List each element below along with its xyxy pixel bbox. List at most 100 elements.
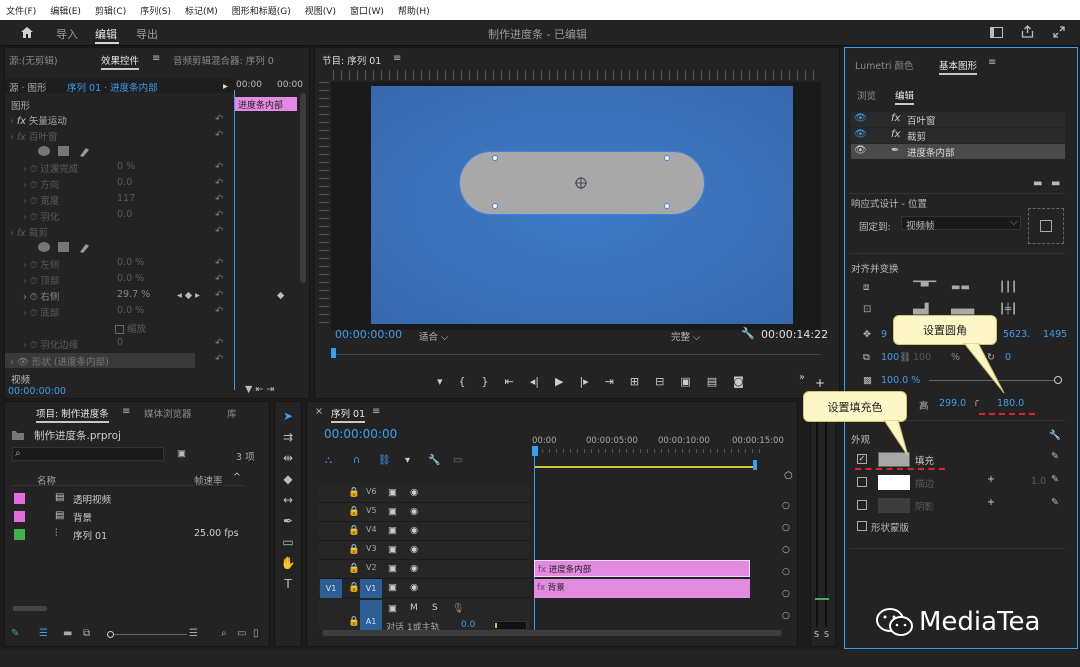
tab-project[interactable]: 项目: 制作进度条 (36, 406, 109, 423)
pen-tool-icon[interactable]: ✒ (278, 511, 298, 532)
list-item[interactable]: › ⏱ 底部 0.0 % (23, 305, 144, 319)
tab-effect-controls[interactable]: 效果控件 (101, 53, 140, 70)
menu-clip[interactable]: 剪辑(C) (95, 4, 126, 17)
scroll-circle[interactable]: ○ (784, 470, 793, 481)
marker-icon[interactable]: ▾ (437, 375, 443, 389)
mask-tools[interactable] (38, 145, 98, 157)
menu-window[interactable]: 窗口(W) (350, 4, 384, 17)
pos-x[interactable]: 5623. (1003, 329, 1030, 340)
add-marker-icon[interactable]: ▾ (405, 455, 410, 466)
mark-out-icon[interactable]: } (482, 375, 489, 389)
stroke-checkbox[interactable] (857, 477, 867, 487)
video-canvas[interactable] (371, 86, 793, 324)
rectangle-tool-icon[interactable]: ▭ (278, 532, 298, 553)
list-item[interactable]: ⫶ 序列 01 25.00 fps (11, 526, 251, 544)
nest-icon[interactable]: ⛬ (325, 455, 332, 466)
stroke-value[interactable]: 1.0 (1031, 476, 1046, 487)
col-name[interactable]: 名称 (37, 473, 56, 487)
mask-checkbox[interactable] (857, 521, 867, 531)
menu-graphics[interactable]: 图形和标题(G) (232, 4, 291, 17)
handle[interactable] (664, 203, 670, 209)
opacity-value[interactable]: 100.0 % (881, 375, 920, 386)
camera-icon[interactable]: ◙ (733, 375, 744, 389)
tab-browse[interactable]: 浏览 (857, 88, 876, 102)
settings-icon[interactable]: 🔧 (428, 455, 440, 466)
panel-menu-icon[interactable]: ≡ (393, 53, 401, 64)
tab-source[interactable]: 源:(无剪辑) (9, 53, 58, 67)
audio-track-target[interactable]: A1 (360, 600, 382, 632)
list-item[interactable]: 缩放 (115, 321, 146, 335)
h-scrollbar[interactable] (13, 606, 47, 611)
panel-menu-icon[interactable]: ≡ (372, 406, 380, 417)
list-item[interactable]: › ⏱ 宽度 117 (23, 193, 135, 207)
align-top-icon[interactable]: ▔▀▔ (913, 282, 936, 293)
menu-markers[interactable]: 标记(M) (185, 4, 218, 17)
pin-widget[interactable] (1028, 208, 1064, 244)
mini-clip-bar[interactable]: 进度条内部 (235, 97, 297, 111)
menu-help[interactable]: 帮助(H) (398, 4, 430, 17)
add-stroke-icon[interactable]: + (987, 474, 995, 485)
list-item[interactable]: › ⏱ 右侧 29.7 % (23, 289, 150, 303)
search-icon[interactable]: ⌕ (221, 628, 227, 639)
tab-library[interactable]: 库 (227, 406, 237, 420)
align-to-video-icon[interactable]: ⧈ (863, 282, 869, 293)
height-value[interactable]: 299.0 (939, 398, 966, 409)
list-item[interactable]: › fx 百叶窗 (10, 129, 57, 143)
clip-progress-inner[interactable]: fx 进度条内部 (534, 560, 750, 577)
align-right-icon[interactable]: ┃╪┃ (999, 304, 1017, 315)
layer-item[interactable]: 👁 fx 百叶窗 (851, 112, 1065, 127)
fill-checkbox[interactable]: ✓ (857, 454, 867, 464)
list-item[interactable]: › ⏱ 左侧 0.0 % (23, 257, 144, 271)
track-target[interactable]: V1 (360, 579, 382, 598)
menu-file[interactable]: 文件(F) (6, 4, 36, 17)
clip-background[interactable]: fx 背景 (534, 579, 750, 598)
shadow-swatch[interactable] (878, 498, 910, 513)
scrollbar[interactable] (300, 93, 306, 283)
scrub-bar[interactable] (333, 354, 821, 355)
scale-value[interactable]: 100 (881, 352, 899, 363)
new-item-icon[interactable]: ▯ (253, 628, 259, 639)
reset-icons[interactable]: ↶ ↶ ↶ ↶ ↶ ↶ ↶ ↶ ↶ ↶ ↶ ↶ ↶ (215, 112, 229, 372)
mute-button[interactable]: M (410, 603, 418, 613)
timeline-timecode[interactable]: 00:00:00:00 (324, 427, 397, 441)
play-icon[interactable]: ▸ (223, 81, 228, 92)
opacity-slider-handle[interactable] (1054, 376, 1062, 384)
share-icon[interactable] (1021, 25, 1034, 38)
scale-value-2[interactable]: 100 (913, 352, 931, 363)
handle[interactable] (492, 203, 498, 209)
work-area-bar[interactable] (535, 466, 755, 468)
new-bin-icon[interactable]: ▭ (237, 628, 246, 639)
tab-essential-graphics[interactable]: 基本图形 (939, 58, 978, 75)
playhead-head[interactable] (532, 446, 538, 456)
export-frame-icon[interactable]: ▣ (680, 375, 690, 389)
panel-menu-icon[interactable]: ≡ (988, 57, 996, 68)
step-forward-icon[interactable]: |▸ (579, 375, 588, 389)
layer-item[interactable]: 👁 fx 裁剪 (851, 128, 1065, 143)
selection-tool-icon[interactable]: ➤ (278, 406, 298, 427)
pos-y[interactable]: 1495 (1043, 329, 1067, 340)
keyframe-marker[interactable]: ◆ (277, 290, 284, 301)
list-item[interactable]: › ⏱ 过渡完成 0 % (23, 161, 135, 175)
timeline-v-scroll[interactable]: ○ ○ ○ ○ ○ ○ (782, 495, 790, 635)
icon-view-icon[interactable]: ▬ (63, 628, 72, 639)
menu-view[interactable]: 视图(V) (305, 4, 336, 17)
add-shadow-icon[interactable]: + (987, 497, 995, 508)
sort-icon[interactable]: ☰ (189, 628, 198, 639)
list-item[interactable]: › ⏱ 羽化 0.0 (23, 209, 132, 223)
align-left-icon[interactable]: ▄▟ (913, 304, 928, 315)
handle[interactable] (664, 155, 670, 161)
close-icon[interactable]: × (315, 406, 323, 417)
quality-dropdown[interactable]: 完整 ⌵ (671, 329, 700, 343)
pin-select[interactable]: 视频帧 ⌵ (901, 216, 1021, 232)
mask-tools[interactable] (38, 241, 98, 253)
step-back-icon[interactable]: ◂| (530, 375, 539, 389)
go-out-icon[interactable]: ⇥ (605, 375, 614, 389)
list-item[interactable]: ▤ 透明视频 (11, 490, 251, 508)
lift-icon[interactable]: ⊞ (630, 375, 639, 389)
zoom-slider-handle[interactable] (107, 631, 114, 638)
monitor-playhead[interactable] (331, 348, 336, 358)
distribute-icon[interactable]: ┃┃┃ (999, 282, 1017, 293)
clip-label[interactable]: 序列 01 · 进度条内部 (67, 80, 158, 94)
list-item[interactable]: › ⏱ 方向 0.0 (23, 177, 132, 191)
track-select-icon[interactable]: ⇉ (278, 427, 298, 448)
